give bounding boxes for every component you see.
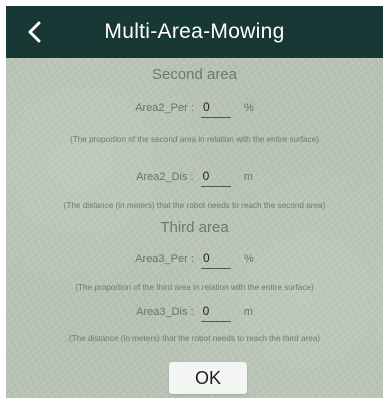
- page-title: Multi-Area-Mowing: [104, 20, 285, 43]
- area3-dis-input[interactable]: 0: [200, 304, 231, 322]
- ok-button[interactable]: OK: [169, 362, 247, 394]
- content-area: Second area Area2_Per : 0 % (The proport…: [6, 58, 383, 398]
- area2-dis-unit: m: [243, 171, 253, 183]
- area3-dis-unit: m: [243, 306, 253, 318]
- area2-per-unit: %: [244, 102, 254, 114]
- area2-per-note: (The proportion of the second area in re…: [70, 135, 319, 144]
- area3-dis-label: Area3_Dis :: [136, 306, 194, 318]
- area3-dis-note: (The distance (in meters) that the robot…: [68, 334, 321, 343]
- area3-per-label: Area3_Per :: [135, 253, 194, 265]
- area2-dis-input[interactable]: 0: [200, 169, 231, 187]
- area2-per-field: Area2_Per : 0 %: [6, 100, 383, 118]
- area3-per-note: (The proportion of the third area in rel…: [75, 283, 314, 292]
- area2-dis-field: Area2_Dis : 0 m: [6, 169, 383, 187]
- area2-dis-label: Area2_Dis :: [136, 171, 194, 183]
- area3-per-input[interactable]: 0: [200, 251, 231, 269]
- area2-dis-note: (The distance (in meters) that the robot…: [63, 201, 326, 210]
- third-area-title: Third area: [160, 219, 229, 236]
- area3-per-unit: %: [244, 253, 254, 265]
- second-area-title: Second area: [151, 66, 238, 83]
- area3-dis-field: Area3_Dis : 0 m: [6, 304, 383, 322]
- area2-per-label: Area2_Per :: [135, 102, 194, 114]
- app-window: Multi-Area-Mowing Second area Area2_Per …: [0, 0, 389, 404]
- area3-per-field: Area3_Per : 0 %: [6, 251, 383, 269]
- area2-per-input[interactable]: 0: [200, 100, 231, 118]
- header-bar: Multi-Area-Mowing: [6, 6, 383, 58]
